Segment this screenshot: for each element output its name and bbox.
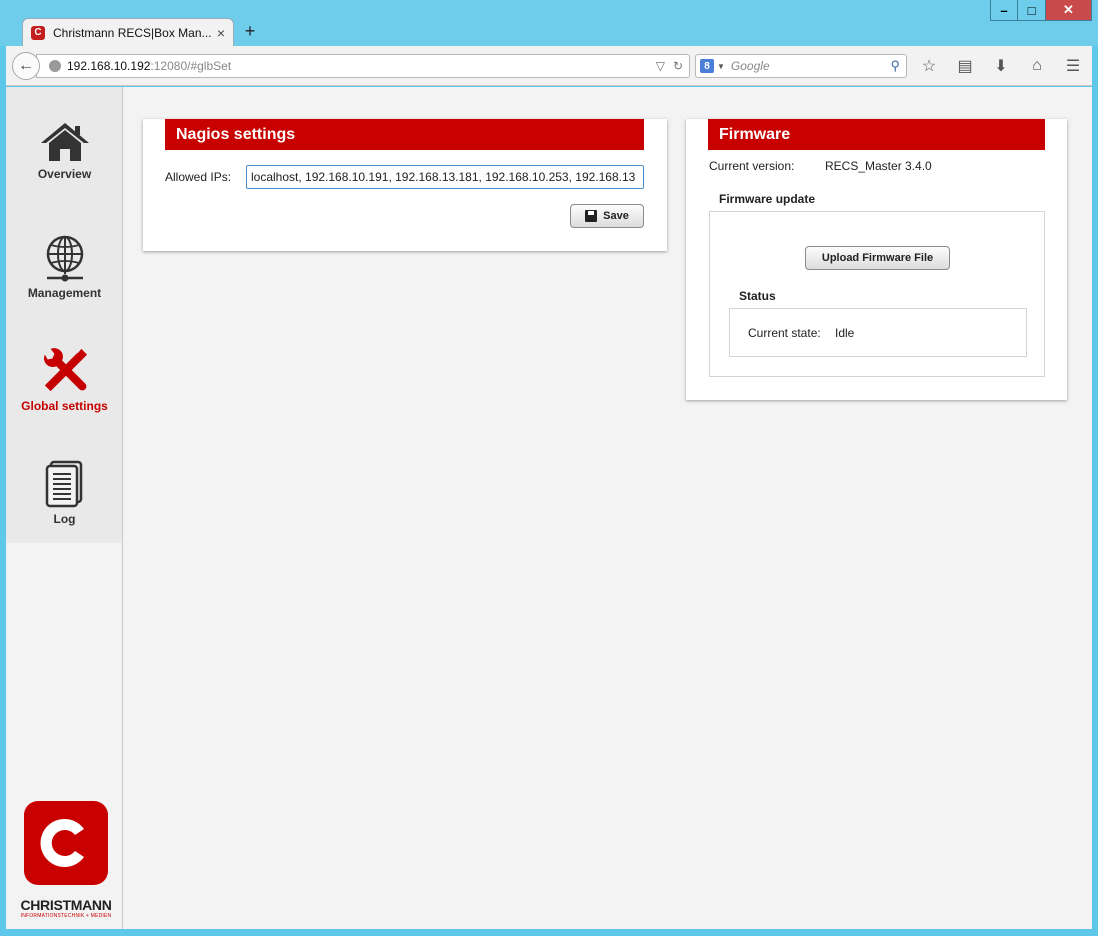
menu-icon[interactable]: ☰ bbox=[1060, 54, 1086, 78]
globe-network-icon bbox=[46, 235, 83, 282]
sidebar-item-label: Global settings bbox=[21, 399, 108, 413]
window-controls: – □ ✕ bbox=[990, 0, 1092, 22]
browser-navbar: 192.168.10.192:12080/#glbSet ▽ ↻ ← 8 ▼ G… bbox=[6, 46, 1092, 86]
firmware-update-fieldset: Upload Firmware File Status Current stat… bbox=[709, 211, 1045, 377]
search-icon[interactable]: ⚲ bbox=[890, 58, 900, 74]
firmware-update-legend: Firmware update bbox=[719, 192, 816, 206]
browser-toolbar: ☆ ▤ ⬇ ⌂ ☰ bbox=[916, 54, 1086, 78]
home-icon bbox=[40, 123, 89, 161]
allowed-ips-input[interactable] bbox=[246, 165, 644, 189]
search-engine-icon[interactable]: 8 bbox=[700, 59, 714, 73]
logo-mark bbox=[24, 801, 108, 885]
url-bar[interactable]: 192.168.10.192:12080/#glbSet ▽ ↻ bbox=[36, 54, 690, 78]
bookmarks-list-icon[interactable]: ▤ bbox=[952, 54, 978, 78]
home-button-icon[interactable]: ⌂ bbox=[1024, 54, 1050, 78]
floppy-disk-icon bbox=[585, 210, 598, 222]
save-button[interactable]: Save bbox=[570, 204, 644, 228]
browser-tab[interactable]: C Christmann RECS|Box Man... × bbox=[22, 18, 234, 46]
close-window-button[interactable]: ✕ bbox=[1046, 0, 1092, 21]
sidebar-item-log[interactable]: Log bbox=[6, 426, 123, 526]
page-viewport: Overview Management Global settings Log … bbox=[6, 87, 1092, 929]
url-host: 192.168.10.192 bbox=[67, 59, 151, 73]
sidebar-item-label: Log bbox=[53, 512, 76, 526]
document-icon bbox=[45, 460, 82, 508]
site-identity-icon[interactable] bbox=[49, 60, 61, 72]
sidebar-item-label: Management bbox=[27, 286, 102, 300]
current-state-label: Current state: bbox=[748, 326, 821, 340]
bookmark-star-icon[interactable]: ☆ bbox=[916, 54, 942, 78]
sidebar-item-management[interactable]: Management bbox=[6, 200, 123, 300]
allowed-ips-label: Allowed IPs: bbox=[165, 170, 232, 184]
firmware-panel-title: Firmware bbox=[708, 119, 1045, 150]
upload-firmware-button[interactable]: Upload Firmware File bbox=[805, 246, 950, 270]
status-legend: Status bbox=[739, 289, 776, 303]
history-dropdown-icon[interactable]: ▽ bbox=[656, 59, 665, 73]
tools-icon bbox=[43, 348, 87, 392]
nagios-panel: Nagios settings Allowed IPs: Save bbox=[143, 119, 667, 251]
favicon-icon: C bbox=[31, 25, 45, 40]
new-tab-icon[interactable]: + bbox=[242, 21, 258, 41]
back-button[interactable]: ← bbox=[12, 52, 40, 80]
logo-c-icon bbox=[40, 819, 84, 867]
minimize-button[interactable]: – bbox=[990, 0, 1018, 21]
window-titlebar: – □ ✕ C Christmann RECS|Box Man... × + bbox=[0, 0, 1098, 46]
current-version-label: Current version: bbox=[709, 159, 795, 173]
logo-subtext: INFORMATIONSTECHNIK + MEDIEN bbox=[20, 913, 112, 919]
search-placeholder: Google bbox=[730, 59, 770, 73]
save-button-label: Save bbox=[603, 210, 629, 222]
engine-dropdown-icon[interactable]: ▼ bbox=[717, 62, 725, 71]
current-version-value: RECS_Master 3.4.0 bbox=[825, 159, 932, 173]
download-icon[interactable]: ⬇ bbox=[988, 54, 1014, 78]
url-path: :12080/#glbSet bbox=[150, 59, 232, 73]
current-state-value: Idle bbox=[835, 326, 855, 340]
logo-text: CHRISTMANN bbox=[20, 897, 112, 913]
tab-close-icon[interactable]: × bbox=[217, 25, 225, 41]
nagios-panel-title: Nagios settings bbox=[165, 119, 644, 150]
christmann-logo: CHRISTMANN INFORMATIONSTECHNIK + MEDIEN bbox=[16, 801, 116, 921]
status-fieldset: Current state: Idle bbox=[729, 308, 1027, 357]
tab-title: Christmann RECS|Box Man... bbox=[53, 25, 211, 40]
sidebar-item-global-settings[interactable]: Global settings bbox=[6, 313, 123, 413]
search-bar[interactable]: 8 ▼ Google ⚲ bbox=[695, 54, 907, 78]
sidebar-item-label: Overview bbox=[37, 167, 92, 181]
sidebar-item-overview[interactable]: Overview bbox=[6, 87, 123, 187]
reload-icon[interactable]: ↻ bbox=[673, 59, 683, 73]
maximize-button[interactable]: □ bbox=[1018, 0, 1046, 21]
firmware-panel: Firmware Current version: RECS_Master 3.… bbox=[686, 119, 1067, 400]
